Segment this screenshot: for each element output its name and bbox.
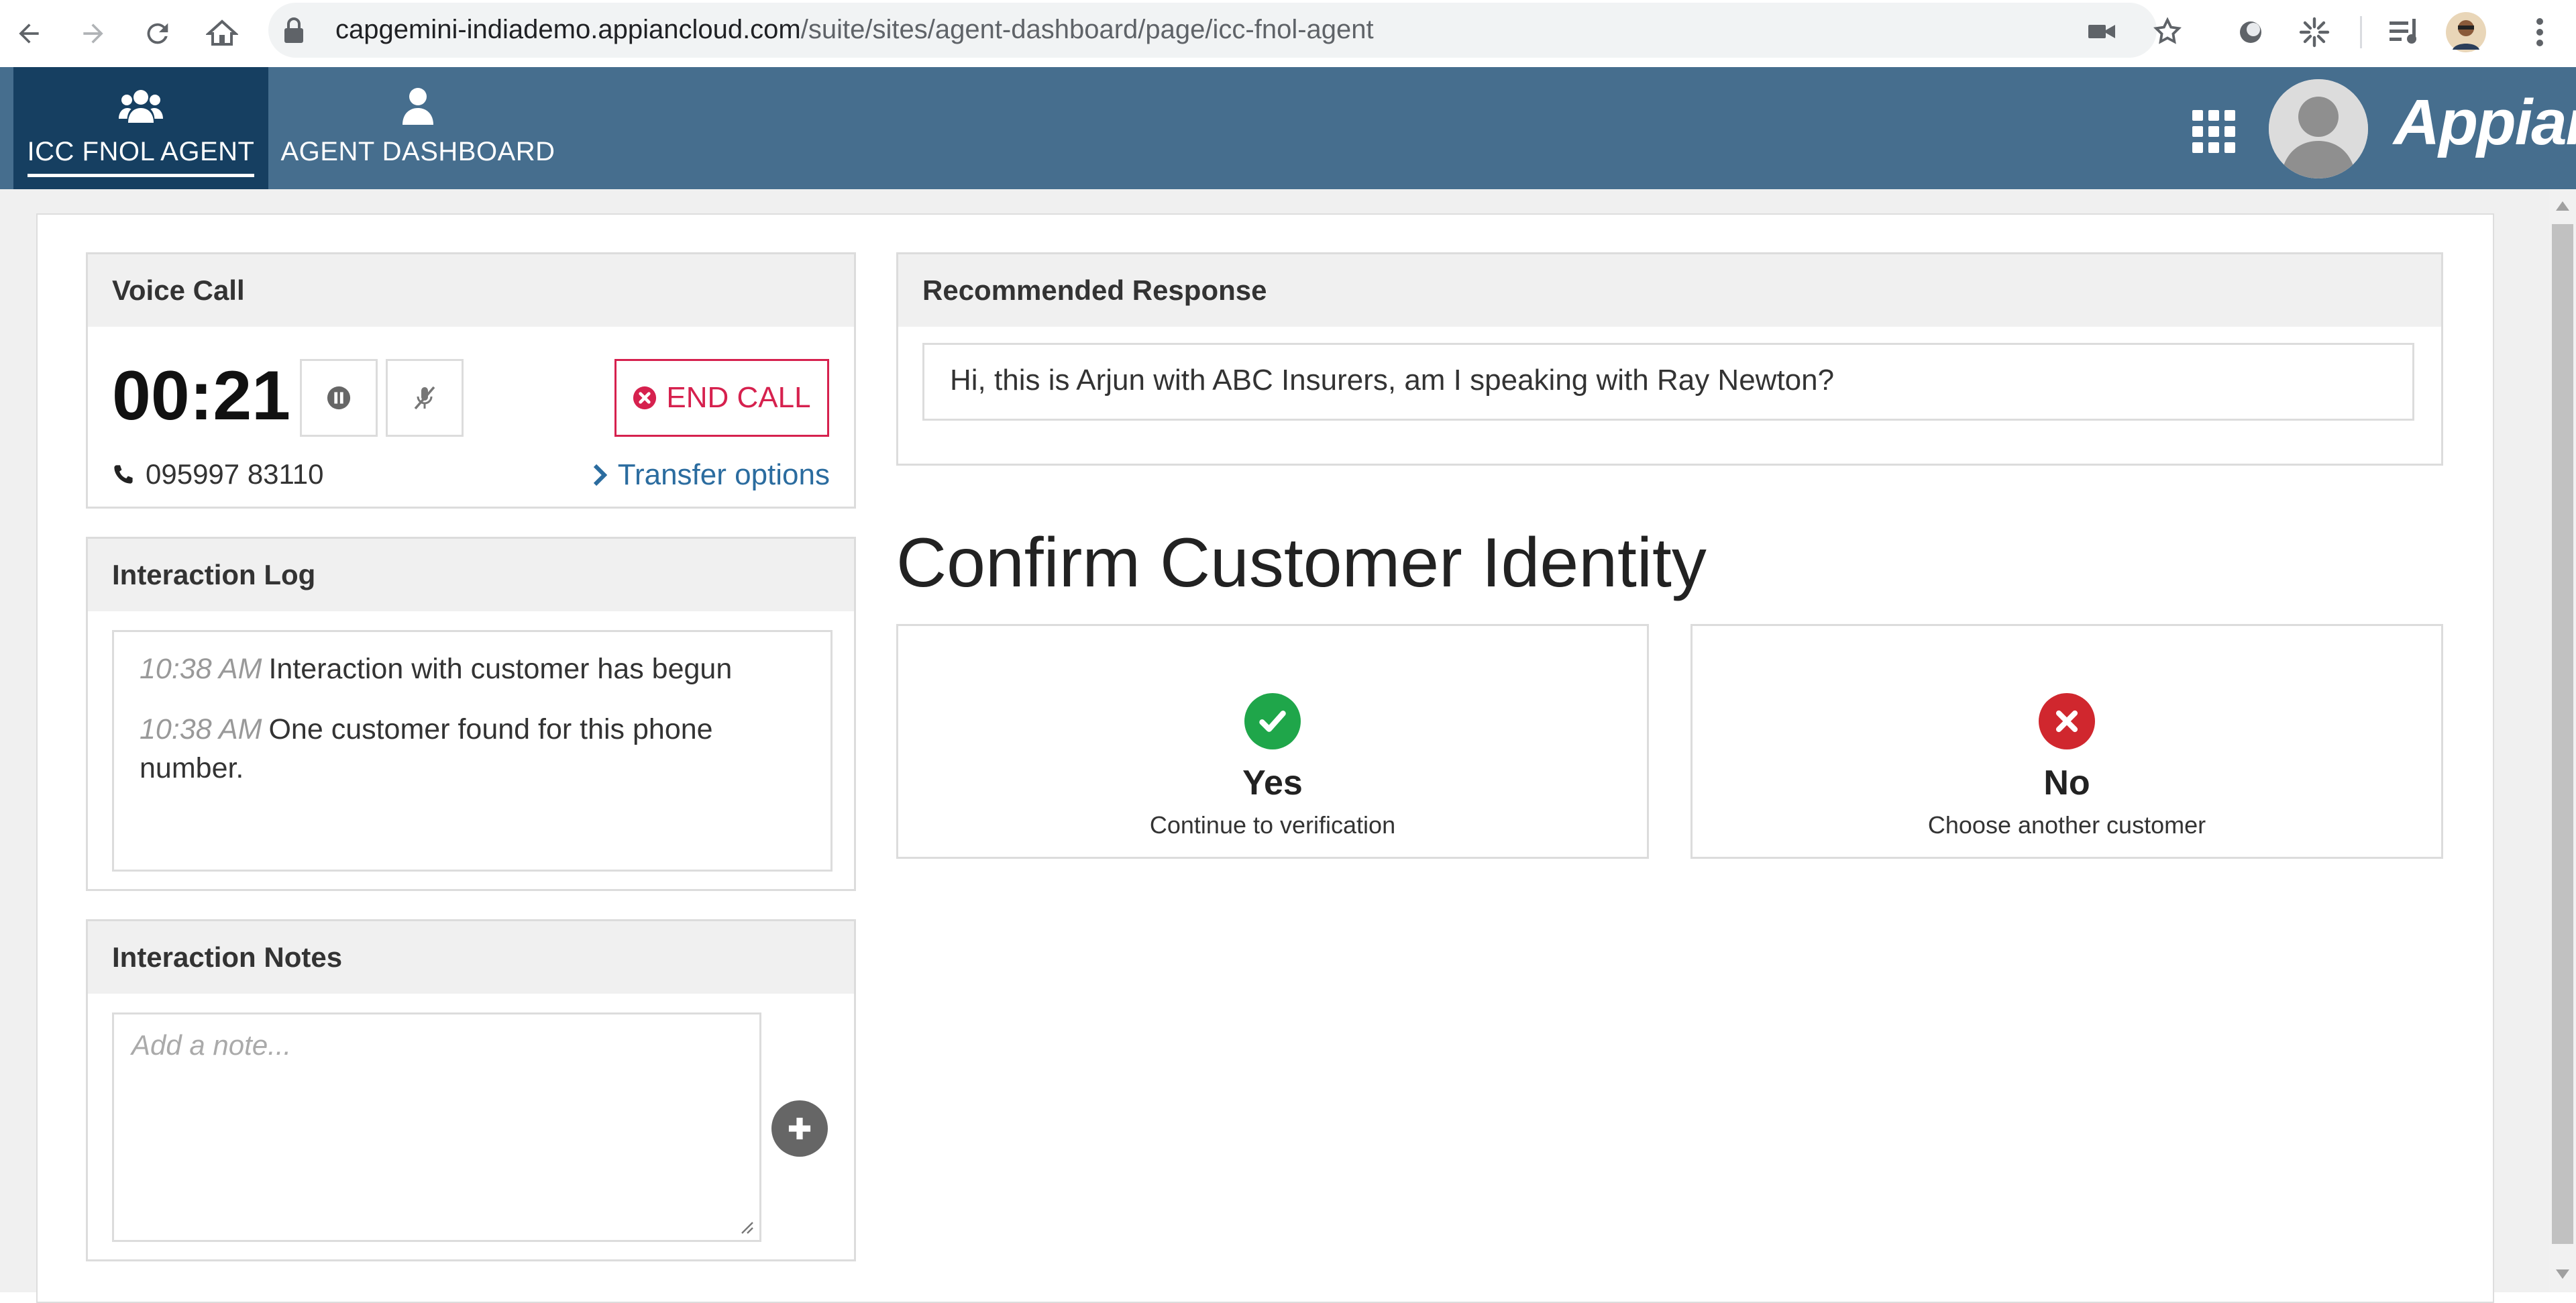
phone-number-text: 095997 83110 — [146, 458, 324, 490]
user-icon — [402, 85, 433, 127]
interaction-notes-card: Interaction Notes Add a note... — [86, 919, 856, 1261]
note-placeholder: Add a note... — [131, 1029, 292, 1061]
tab-icc-fnol-agent[interactable]: ICC FNOL AGENT — [13, 67, 268, 189]
avatar-silhouette-icon — [2269, 79, 2368, 178]
extension-burst-icon[interactable] — [2294, 12, 2334, 52]
arrow-right-icon — [83, 23, 103, 44]
recommended-response-text: Hi, this is Arjun with ABC Insurers, am … — [922, 343, 2414, 421]
phone-number: 095997 83110 — [112, 458, 324, 490]
interaction-notes-title: Interaction Notes — [88, 921, 854, 994]
voice-call-title: Voice Call — [88, 254, 854, 327]
confirm-no-card[interactable]: No Choose another customer — [1690, 624, 2443, 859]
plus-icon — [788, 1117, 811, 1140]
url-host: capgemini-indiademo.appiancloud.com — [335, 15, 801, 44]
scrollbar[interactable] — [2549, 189, 2576, 1292]
add-note-button[interactable] — [771, 1100, 828, 1157]
users-group-icon — [119, 85, 163, 127]
log-entry-text: Interaction with customer has begun — [268, 653, 733, 685]
scroll-down-arrow[interactable] — [2556, 1269, 2569, 1279]
log-entry: 10:38 AM Interaction with customer has be… — [140, 649, 805, 688]
lock-icon — [282, 16, 306, 48]
browser-toolbar: capgemini-indiademo.appiancloud.com/suit… — [0, 0, 2576, 68]
apps-grid-icon[interactable] — [2192, 110, 2239, 157]
home-icon — [206, 19, 238, 46]
check-circle-icon — [1244, 693, 1301, 749]
confirm-yes-card[interactable]: Yes Continue to verification — [896, 624, 1649, 859]
tab-agent-dashboard[interactable]: AGENT DASHBOARD — [280, 67, 555, 189]
interaction-log-list: 10:38 AM Interaction with customer has be… — [112, 630, 833, 872]
confirm-no-title: No — [2043, 764, 2090, 802]
extension-circle-icon[interactable] — [2231, 12, 2271, 52]
hold-button[interactable] — [300, 359, 378, 437]
confirm-yes-subtitle: Continue to verification — [1149, 811, 1396, 839]
voice-call-card: Voice Call 00:21 END CALL 095997 83110 T… — [86, 252, 856, 509]
more-vert-icon[interactable] — [2520, 12, 2560, 52]
recommended-response-title: Recommended Response — [898, 254, 2441, 327]
scroll-up-arrow[interactable] — [2556, 201, 2569, 211]
end-call-button[interactable]: END CALL — [614, 359, 829, 437]
resize-handle-icon[interactable] — [738, 1218, 754, 1235]
transfer-options-label: Transfer options — [617, 458, 830, 491]
media-queue-icon[interactable] — [2385, 12, 2426, 52]
x-circle-icon — [2039, 693, 2095, 749]
user-avatar[interactable] — [2269, 79, 2368, 178]
profile-avatar-icon[interactable] — [2446, 12, 2486, 52]
arrow-left-icon — [19, 23, 39, 44]
camera-icon[interactable] — [2085, 15, 2118, 48]
phone-icon — [114, 465, 133, 484]
interaction-log-card: Interaction Log 10:38 AM Interaction with… — [86, 537, 856, 891]
microphone-slash-icon — [414, 386, 435, 410]
url-text: capgemini-indiademo.appiancloud.com/suit… — [335, 15, 1374, 45]
address-bar[interactable]: capgemini-indiademo.appiancloud.com/suit… — [268, 3, 2182, 58]
scroll-thumb[interactable] — [2552, 224, 2573, 1244]
confirm-identity-heading: Confirm Customer Identity — [896, 524, 1707, 602]
tab-label: AGENT DASHBOARD — [280, 137, 555, 166]
toolbar-divider — [2360, 16, 2362, 48]
call-timer: 00:21 — [112, 357, 290, 435]
mute-button[interactable] — [386, 359, 464, 437]
home-button[interactable] — [199, 10, 246, 57]
pause-circle-icon — [327, 386, 351, 410]
log-entry-time: 10:38 AM — [140, 713, 262, 745]
appian-logo: Appian — [2394, 87, 2576, 158]
url-path: /suite/sites/agent-dashboard/page/icc-fn… — [800, 15, 1374, 44]
tab-label: ICC FNOL AGENT — [27, 137, 255, 177]
forward-button[interactable] — [70, 10, 117, 57]
note-input[interactable]: Add a note... — [112, 1012, 761, 1242]
end-call-label: END CALL — [666, 381, 811, 414]
log-entry-time: 10:38 AM — [140, 653, 262, 685]
chevron-right-icon — [593, 464, 607, 486]
bookmark-star-icon[interactable] — [2151, 15, 2184, 48]
log-entry: 10:38 AM One customer found for this phon… — [140, 710, 805, 788]
reload-icon — [147, 23, 168, 44]
confirm-no-subtitle: Choose another customer — [1927, 811, 2206, 839]
confirm-yes-title: Yes — [1242, 764, 1303, 802]
x-circle-icon — [633, 386, 657, 410]
reload-button[interactable] — [134, 10, 181, 57]
recommended-response-card: Recommended Response Hi, this is Arjun w… — [896, 252, 2443, 466]
interaction-log-title: Interaction Log — [88, 539, 854, 611]
app-header: ICC FNOL AGENT AGENT DASHBOARD — [0, 67, 2576, 189]
transfer-options-link[interactable]: Transfer options — [592, 458, 830, 492]
back-button[interactable] — [5, 10, 52, 57]
